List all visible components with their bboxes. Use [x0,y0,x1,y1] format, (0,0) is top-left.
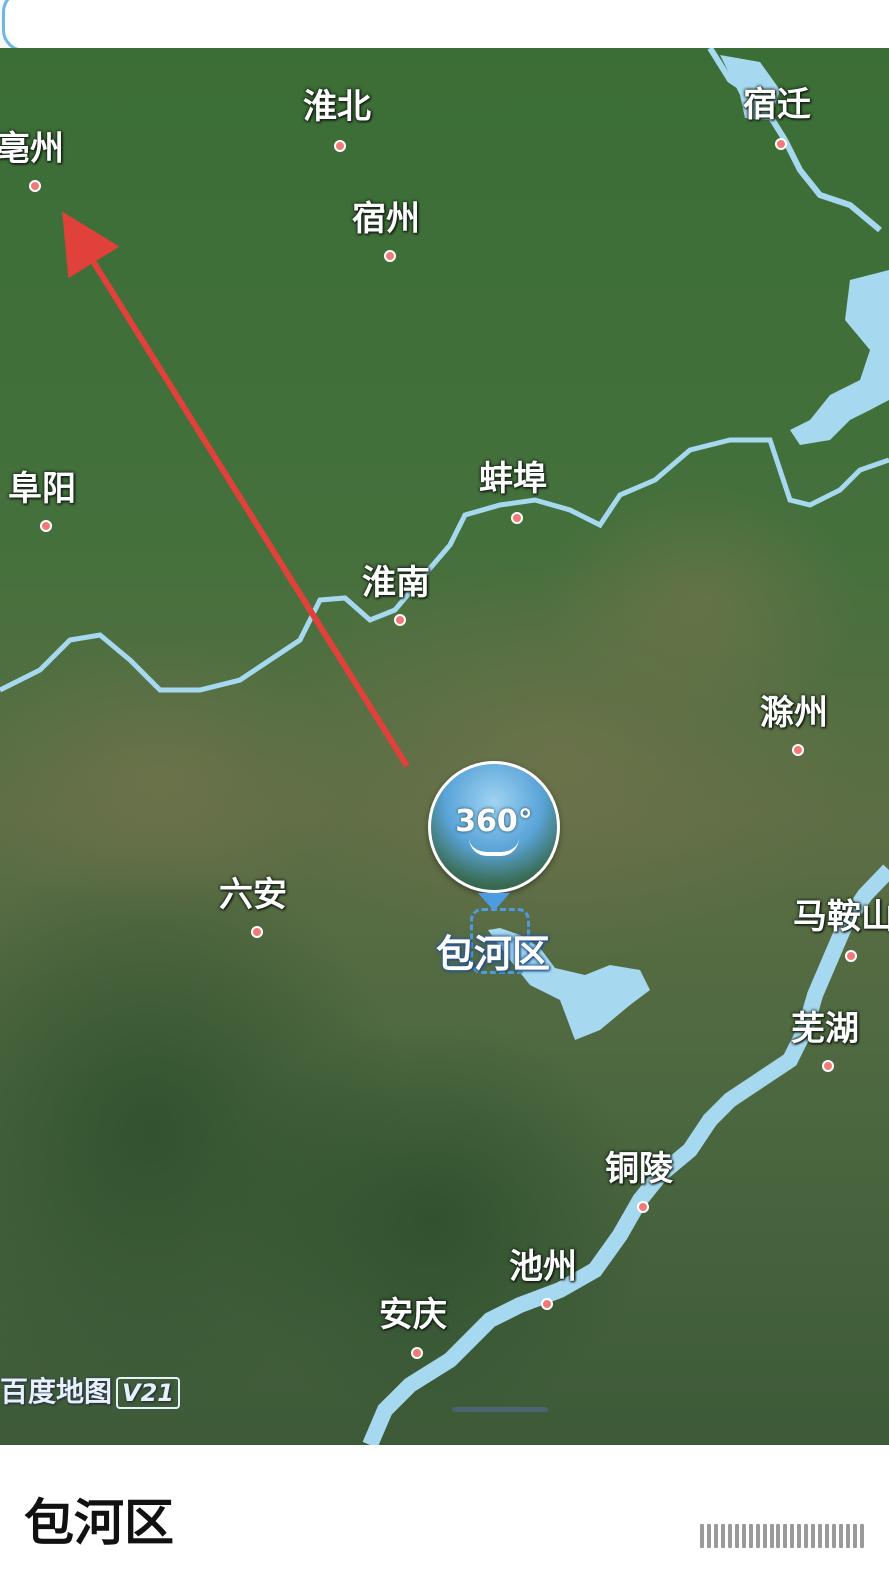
baidu-map-watermark: 百度地图 V21 [0,1370,180,1410]
top-search-bar [0,0,889,52]
city-dot-luan [251,926,263,938]
southern-hills [210,1020,650,1420]
city-label-wuhu[interactable]: 芜湖 [791,1012,859,1046]
city-dot-wuhu [822,1060,834,1072]
city-label-luan[interactable]: 六安 [219,878,287,912]
city-label-suqian[interactable]: 宿迁 [743,88,811,122]
search-box[interactable] [2,0,889,52]
city-label-bozhou[interactable]: 亳州 [0,132,64,166]
map-terrain [0,48,889,1445]
city-label-suzhou[interactable]: 宿州 [352,202,420,236]
city-dot-maanshan [845,950,857,962]
city-label-huainan[interactable]: 淮南 [362,566,430,600]
city-dot-suqian [775,138,787,150]
place-title: 包河区 [24,1494,174,1552]
district-label[interactable]: 包河区 [436,923,550,978]
city-label-tongling[interactable]: 铜陵 [605,1152,673,1186]
watermark-version: V21 [116,1377,180,1409]
place-info-panel: 包河区 [0,1445,889,1580]
city-label-chizhou[interactable]: 池州 [509,1250,577,1284]
city-label-bengbu[interactable]: 蚌埠 [479,462,547,496]
drag-handle-icon[interactable] [700,1523,864,1549]
city-dot-huainan [394,614,406,626]
city-dot-huaibei [334,140,346,152]
city-dot-fuyang [40,520,52,532]
city-label-chuzhou[interactable]: 滁州 [760,696,828,730]
city-dot-chizhou [541,1298,553,1310]
watermark-text: 百度地图 [0,1375,113,1408]
city-label-fuyang[interactable]: 阜阳 [8,472,76,506]
city-label-maanshan[interactable]: 马鞍山 [793,900,889,934]
panorama-360-label: 360° [455,804,533,839]
scale-bar [452,1407,548,1412]
city-dot-chuzhou [792,744,804,756]
city-dot-bozhou [29,180,41,192]
city-label-anqing[interactable]: 安庆 [379,1298,447,1332]
satellite-map[interactable]: 亳州 淮北 宿迁 宿州 阜阳 蚌埠 淮南 滁州 六安 马鞍山 芜湖 铜陵 池州 … [0,48,889,1445]
city-dot-tongling [637,1201,649,1213]
city-dot-bengbu [511,512,523,524]
rotate-arrow-icon [469,838,519,856]
eastern-plain [540,480,860,720]
panorama-360-marker[interactable]: 360° [428,761,560,893]
city-dot-anqing [411,1347,423,1359]
city-dot-suzhou [384,250,396,262]
city-label-huaibei[interactable]: 淮北 [303,90,371,124]
